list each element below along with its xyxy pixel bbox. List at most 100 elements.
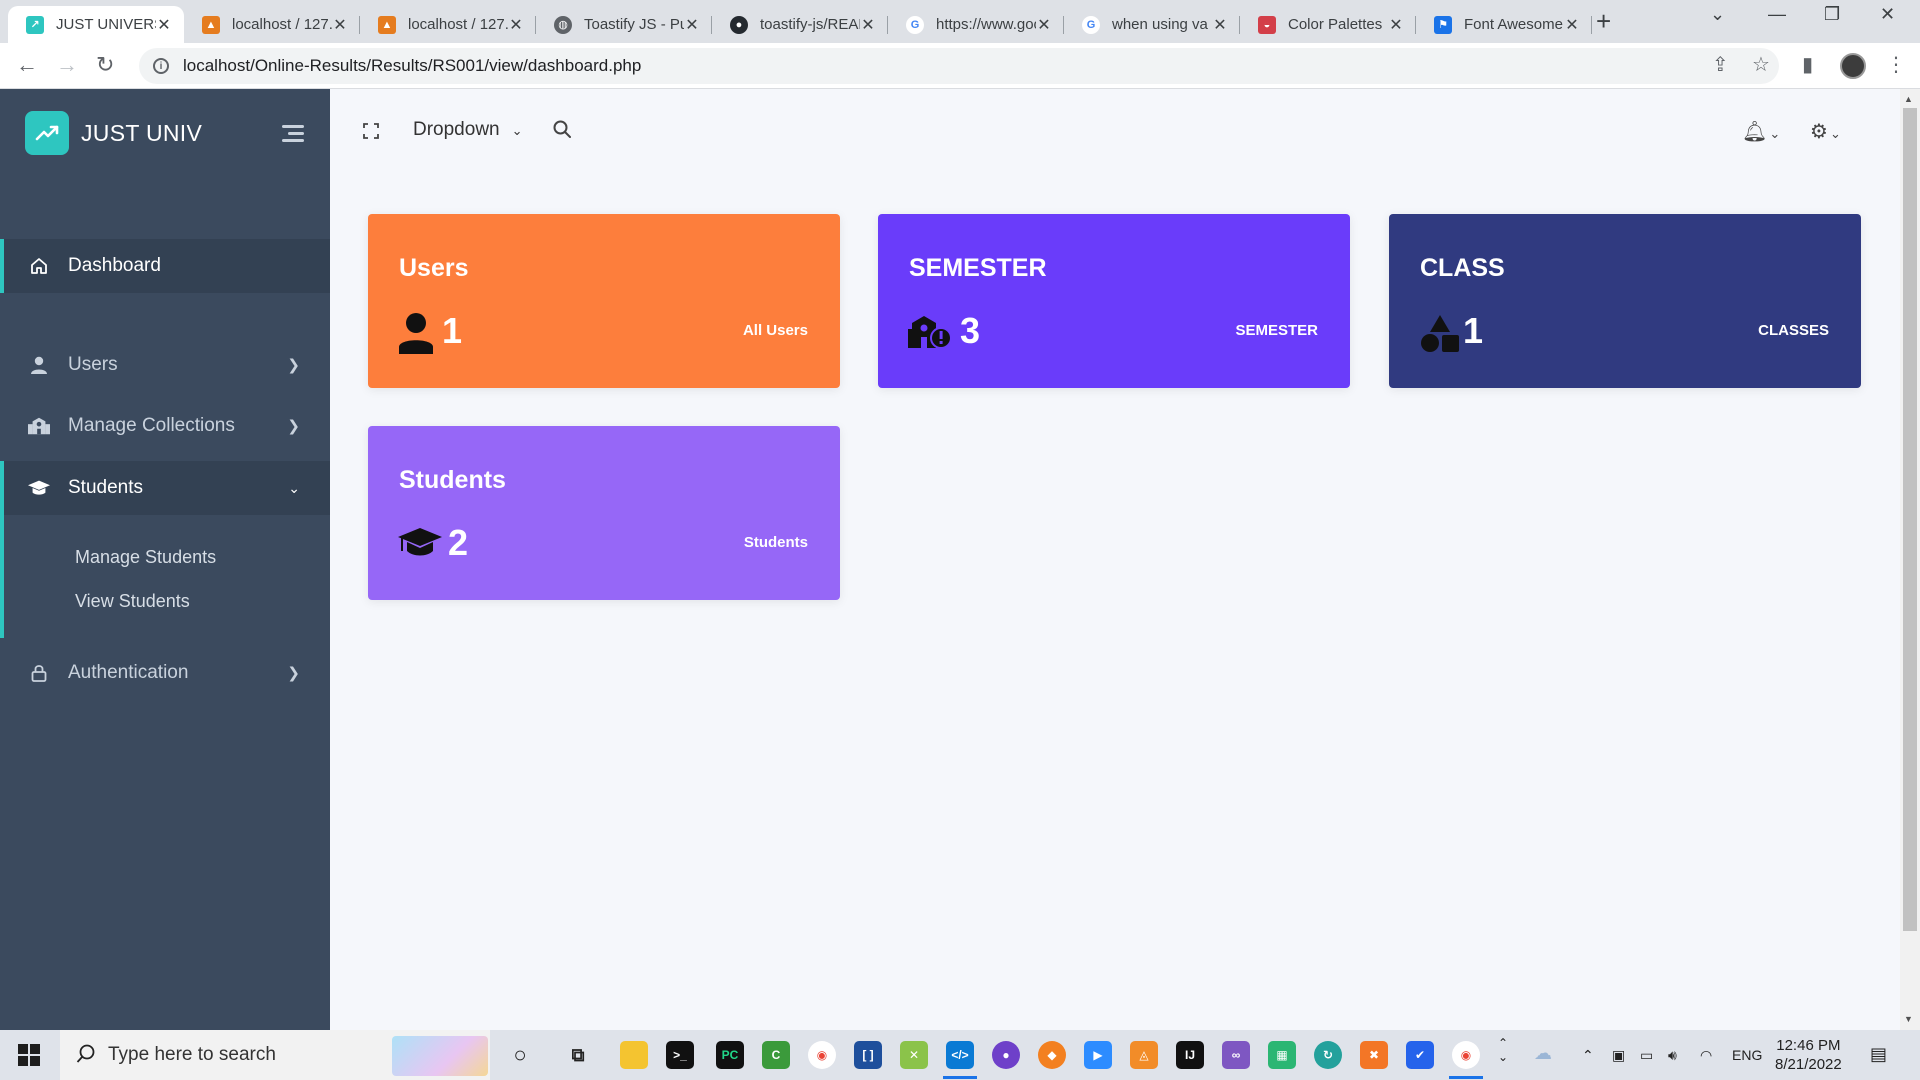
pycharm-icon[interactable]: PC (716, 1041, 744, 1069)
terminal-icon[interactable]: >_ (666, 1041, 694, 1069)
forward-arrow-icon[interactable]: → (56, 53, 78, 77)
submenu-item-manage-students[interactable]: Manage Students (75, 547, 216, 568)
scroll-up-arrow-icon[interactable]: ▲ (1904, 94, 1913, 104)
puzzle-app-icon[interactable]: ✕ (900, 1041, 928, 1069)
meet-now-icon[interactable]: ▣ (1612, 1047, 1625, 1064)
task-view-icon[interactable]: ⧉ (564, 1041, 592, 1069)
menu-toggle-icon[interactable] (282, 125, 304, 146)
close-icon[interactable]: ✕ (156, 15, 172, 35)
site-info-icon[interactable]: i (153, 58, 169, 74)
close-icon[interactable]: ✕ (508, 15, 524, 35)
onedrive-cloud-icon[interactable]: ☁ (1534, 1043, 1552, 1064)
submenu-item-view-students[interactable]: View Students (75, 591, 190, 612)
kebab-menu-icon[interactable]: ⋮ (1886, 54, 1906, 76)
new-tab-plus-icon[interactable]: + (1596, 8, 1611, 34)
sidebar-item-manage-collections[interactable]: Manage Collections ❯ (0, 399, 330, 453)
close-icon[interactable]: ✕ (332, 15, 348, 35)
windows-start-icon[interactable] (18, 1044, 40, 1066)
close-icon[interactable]: ✕ (1564, 15, 1580, 35)
profile-avatar[interactable] (1840, 53, 1866, 79)
tray-chevron-up-icon[interactable]: ⌃ (1582, 1047, 1594, 1064)
browser-tab[interactable]: ↗ JUST UNIVERSITY ✕ (8, 6, 184, 43)
scroll-down-arrow-icon[interactable]: ▼ (1904, 1014, 1913, 1024)
taskbar-search-placeholder: Type here to search (108, 1044, 276, 1065)
language-indicator[interactable]: ENG (1732, 1047, 1762, 1063)
users-card[interactable]: Users 1 All Users (368, 214, 840, 388)
bell-icon[interactable]: 🔔︎ ⌄ (1742, 119, 1780, 144)
volume-icon[interactable]: 🔊︎ (1668, 1047, 1677, 1064)
sidebar-item-authentication[interactable]: Authentication ❯ (0, 646, 330, 700)
minimize-icon[interactable]: — (1768, 4, 1786, 25)
chrome-icon[interactable]: ◉ (808, 1041, 836, 1069)
cortana-icon[interactable]: ○ (506, 1041, 534, 1069)
search-icon[interactable] (553, 120, 571, 143)
school-alert-icon (908, 312, 952, 354)
github-desktop-icon[interactable]: ● (992, 1041, 1020, 1069)
browser-tab[interactable]: ● toastify-js/README ✕ (712, 6, 888, 43)
address-bar[interactable]: i localhost/Online-Results/Results/RS001… (139, 48, 1779, 84)
browser-tab[interactable]: G when using va ✕ (1064, 6, 1240, 43)
card-link[interactable]: All Users (743, 322, 808, 339)
close-icon[interactable]: ✕ (684, 15, 700, 35)
battery-icon[interactable]: ▭ (1640, 1047, 1653, 1064)
palette-icon: ◒ (1258, 15, 1276, 34)
card-link[interactable]: SEMESTER (1235, 322, 1318, 339)
students-card[interactable]: Students 2 Students (368, 426, 840, 600)
browser-tab[interactable]: ◍ Toastify JS - Pure JavaScript ✕ (536, 6, 712, 43)
notes-app-icon[interactable]: ▦ (1268, 1041, 1296, 1069)
tab-title: https://www.google.com (936, 16, 1036, 33)
browser-tab[interactable]: G https://www.google.com ✕ (888, 6, 1064, 43)
class-card[interactable]: CLASS 1 CLASSES (1389, 214, 1861, 388)
tab-search-chevron-icon[interactable]: ⌄ (1710, 4, 1725, 25)
browser-tab[interactable]: ▲ localhost / 127.0.0.1 ✕ (360, 6, 536, 43)
file-explorer-icon[interactable] (620, 1041, 648, 1069)
browser-tab[interactable]: ⚑ Font Awesome ✕ (1416, 6, 1592, 43)
sidebar-item-dashboard[interactable]: Dashboard (0, 239, 330, 293)
brave-icon[interactable]: ◆ (1038, 1041, 1066, 1069)
refresh-app-icon[interactable]: ↻ (1314, 1041, 1342, 1069)
dropdown-menu[interactable]: Dropdown ⌄ (413, 119, 523, 141)
browser-tab[interactable]: ◒ Color Palettes ✕ (1240, 6, 1416, 43)
fullscreen-icon[interactable] (363, 123, 379, 139)
chrome-profile-icon[interactable]: ◉ (1452, 1041, 1480, 1069)
wifi-icon[interactable]: ◠ (1700, 1047, 1712, 1064)
taskbar-scroll-icon[interactable]: ⌃ ⌄ (1498, 1036, 1508, 1064)
close-icon[interactable]: ✕ (1388, 15, 1404, 35)
window-close-icon[interactable]: ✕ (1880, 4, 1895, 25)
browser-tab[interactable]: ▲ localhost / 127.0.0.1 ✕ (184, 6, 360, 43)
scrollbar-thumb[interactable] (1903, 108, 1917, 931)
semester-card[interactable]: SEMESTER 3 SEMESTER (878, 214, 1350, 388)
app-bracket-icon[interactable]: [ ] (854, 1041, 882, 1069)
zoom-icon[interactable]: ▶ (1084, 1041, 1112, 1069)
browser-tab-bar: ↗ JUST UNIVERSITY ✕ ▲ localhost / 127.0.… (0, 0, 1920, 43)
intellij-icon[interactable]: IJ (1176, 1041, 1204, 1069)
sidebar-item-users[interactable]: Users ❯ (0, 338, 330, 392)
bookmark-star-icon[interactable]: ☆ (1752, 54, 1770, 76)
vscode-icon[interactable]: </> (946, 1041, 974, 1069)
close-icon[interactable]: ✕ (1036, 15, 1052, 35)
share-icon[interactable]: ⇪ (1712, 54, 1729, 76)
back-arrow-icon[interactable]: ← (16, 53, 38, 77)
todo-check-icon[interactable]: ✔ (1406, 1041, 1434, 1069)
camtasia-icon[interactable]: C (762, 1041, 790, 1069)
xampp-icon[interactable]: ✖ (1360, 1041, 1388, 1069)
google-icon: G (1082, 15, 1100, 34)
taskbar-search[interactable]: Type here to search (60, 1030, 490, 1080)
gear-icon[interactable]: ⚙ ⌄ (1810, 119, 1841, 144)
notification-center-icon[interactable]: ▤ (1870, 1044, 1887, 1065)
card-link[interactable]: CLASSES (1758, 322, 1829, 339)
close-icon[interactable]: ✕ (1212, 15, 1228, 35)
card-title: CLASS (1420, 254, 1505, 282)
card-value: 1 (442, 310, 463, 351)
visual-studio-icon[interactable]: ∞ (1222, 1041, 1250, 1069)
side-panel-icon[interactable]: ▮ (1802, 54, 1813, 76)
clock[interactable]: 12:46 PM 8/21/2022 (1775, 1036, 1842, 1074)
sidebar-item-label: Users (68, 354, 118, 375)
brand[interactable]: JUST UNIV (25, 111, 202, 155)
close-icon[interactable]: ✕ (860, 15, 876, 35)
restore-icon[interactable]: ❐ (1824, 4, 1840, 25)
reload-icon[interactable]: ↻ (96, 53, 114, 77)
sourcetree-icon[interactable]: ◬ (1130, 1041, 1158, 1069)
card-link[interactable]: Students (744, 534, 808, 551)
sidebar-item-students[interactable]: Students ⌄ (0, 461, 330, 515)
